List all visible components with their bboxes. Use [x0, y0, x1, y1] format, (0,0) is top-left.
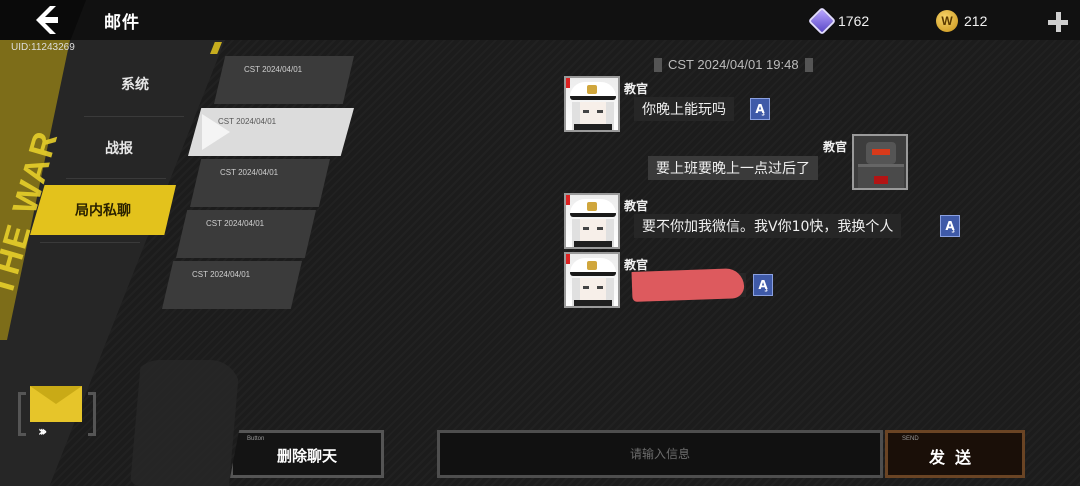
translate-icon[interactable]: A̧	[940, 215, 960, 237]
coin-counter: W 212	[936, 10, 987, 32]
bracket-decoration	[18, 392, 26, 436]
timestamp-bracket	[654, 57, 662, 72]
bracket-decoration	[88, 392, 96, 436]
mail-list-item[interactable]: CST 2024/04/01	[162, 261, 302, 309]
mail-list-item[interactable]: CST 2024/04/01	[214, 56, 354, 104]
mail-date: CST 2024/04/01	[220, 168, 279, 177]
message-sender: 教官	[624, 199, 649, 213]
player-avatar[interactable]	[852, 134, 908, 190]
message-sender: 教官	[624, 258, 649, 272]
translate-icon[interactable]: A̧	[753, 274, 773, 296]
category-divider	[84, 116, 184, 117]
mail-icon-button[interactable]: ›››	[18, 384, 96, 440]
add-currency-button[interactable]	[1046, 10, 1070, 34]
mail-list-item-selected[interactable]: CST 2024/04/01	[188, 108, 354, 156]
delete-chat-button[interactable]: Button 删除聊天	[230, 430, 384, 478]
category-battle-report[interactable]: 战报	[74, 124, 164, 172]
mail-date: CST 2024/04/01	[244, 65, 303, 74]
timestamp-text: CST 2024/04/01 19:48	[668, 57, 799, 72]
send-label: 发送	[928, 448, 981, 467]
category-private-chat[interactable]: 局内私聊	[30, 185, 176, 235]
category-divider	[66, 178, 166, 179]
timestamp-bracket	[804, 57, 813, 72]
mail-list-item[interactable]: CST 2024/04/01	[176, 210, 316, 258]
coin-count: 212	[964, 13, 988, 29]
player-uid: UID:11243269	[11, 42, 75, 53]
forward-arrows-icon: ›››	[38, 424, 48, 440]
delete-chat-label: 删除聊天	[276, 447, 337, 465]
officer-avatar[interactable]	[564, 252, 620, 308]
gem-icon	[807, 6, 837, 36]
coin-icon: W	[936, 10, 958, 32]
top-bar	[0, 0, 1080, 40]
button-tag: SEND	[902, 436, 919, 442]
mail-date: CST 2024/04/01	[218, 117, 277, 126]
back-arrow-icon	[36, 6, 58, 34]
envelope-icon	[30, 386, 82, 422]
message-sender: 教官	[624, 82, 649, 96]
category-system[interactable]: 系统	[90, 60, 180, 108]
message-input[interactable]	[437, 430, 883, 478]
officer-avatar[interactable]	[564, 76, 620, 132]
send-button[interactable]: SEND 发送	[885, 430, 1025, 478]
chat-timestamp: CST 2024/04/01 19:48	[654, 57, 813, 72]
gem-count: 1762	[838, 13, 870, 29]
fist-emblem-decoration	[130, 360, 240, 486]
message-bubble: 你晚上能玩吗	[634, 97, 734, 121]
mail-list-item[interactable]: CST 2024/04/01	[190, 159, 330, 207]
translate-icon[interactable]: A̧	[750, 98, 770, 120]
mail-date: CST 2024/04/01	[206, 219, 265, 228]
button-tag: Button	[247, 436, 265, 442]
redaction-mark	[631, 268, 745, 302]
mail-date: CST 2024/04/01	[192, 270, 251, 279]
page-title: 邮件	[104, 13, 140, 33]
officer-avatar[interactable]	[564, 193, 620, 249]
message-sender: 教官	[823, 140, 848, 154]
message-bubble: 要上班要晚上一点过后了	[648, 156, 818, 180]
message-bubble: 要不你加我微信。我V你10快，我换个人	[634, 214, 902, 238]
gem-counter: 1762	[807, 6, 870, 36]
category-divider	[40, 242, 140, 243]
